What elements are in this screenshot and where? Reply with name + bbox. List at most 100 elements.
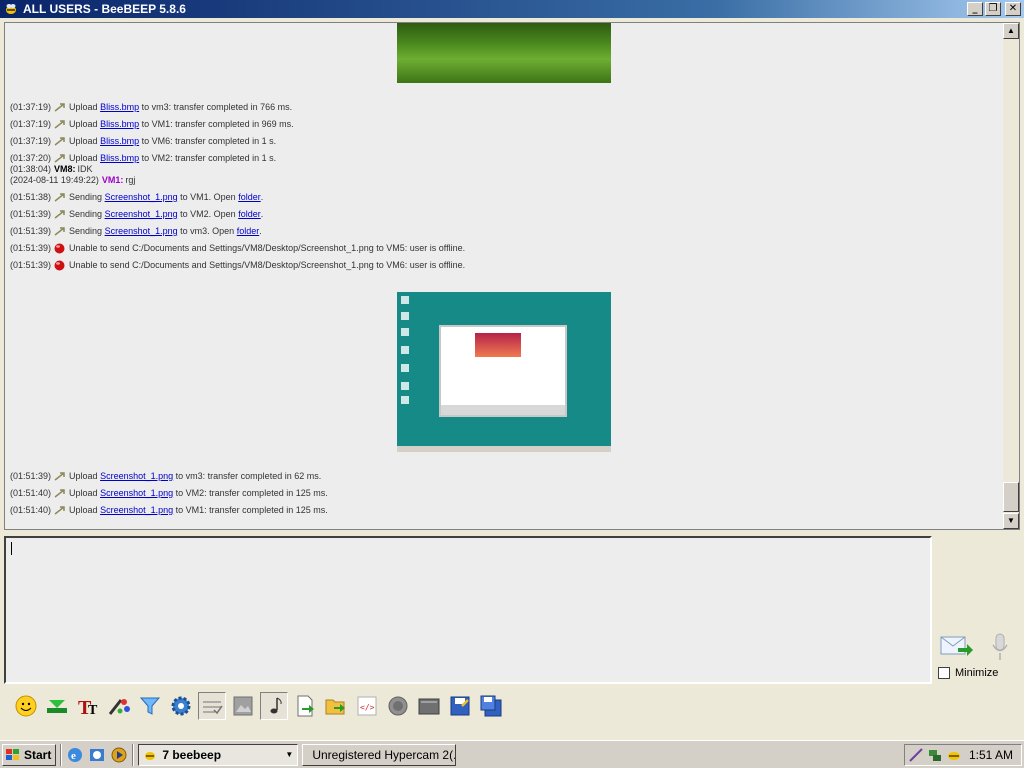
chat-line: (01:51:39) Sending Screenshot_1.png to v… — [10, 226, 262, 236]
image-button[interactable] — [229, 692, 257, 720]
upload-icon — [54, 505, 65, 515]
taskbar-button-hypercam[interactable]: Unregistered Hypercam 2(... — [302, 743, 457, 766]
screenshot-icon — [418, 698, 440, 715]
save-as-icon — [480, 695, 502, 717]
user-nick: VM8: — [54, 164, 76, 174]
taskbar-button-beebeep[interactable]: 7 beebeep ▼ — [138, 743, 299, 766]
chat-line: (01:51:40) Upload Screenshot_1.png to VM… — [10, 505, 328, 515]
upload-icon — [54, 209, 65, 219]
save-icon — [450, 696, 470, 716]
settings-button[interactable] — [167, 692, 195, 720]
clock: 1:51 AM — [968, 748, 1013, 762]
upload-icon — [54, 471, 65, 481]
os-taskbar: Start e 7 beebeep ▼ Unregistered Hyperca… — [0, 740, 1024, 768]
code-button[interactable]: </> — [353, 692, 381, 720]
send-file-button[interactable] — [291, 692, 319, 720]
chat-message: (2024-08-11 19:49:22) VM1: rgj — [10, 175, 136, 185]
error-icon — [54, 260, 65, 270]
file-link[interactable]: Screenshot_1.png — [100, 488, 173, 498]
svg-text:e: e — [71, 750, 76, 762]
scroll-down-button[interactable]: ▼ — [1003, 513, 1019, 529]
settings-icon — [171, 696, 191, 716]
media-player-icon[interactable] — [110, 746, 128, 764]
internet-explorer-icon[interactable]: e — [66, 746, 84, 764]
chat-line: (01:37:19) Upload Bliss.bmp to VM6: tran… — [10, 136, 277, 146]
screenshot-image-preview[interactable] — [397, 292, 611, 452]
color-icon — [108, 699, 130, 715]
music-button[interactable] — [260, 692, 288, 720]
minimize-checkbox[interactable] — [938, 667, 950, 679]
font-button[interactable]: TT — [74, 692, 102, 720]
upload-icon — [54, 226, 65, 236]
file-link[interactable]: Screenshot_1.png — [105, 226, 178, 236]
upload-icon — [54, 136, 65, 146]
send-folder-button[interactable] — [322, 692, 350, 720]
chat-content: (01:37:19) Upload Bliss.bmp to vm3: tran… — [5, 23, 1003, 529]
chat-line: (01:37:19) Upload Bliss.bmp to VM1: tran… — [10, 119, 294, 129]
minimize-label: Minimize — [955, 667, 999, 679]
user-nick: VM1: — [101, 175, 124, 185]
start-button[interactable]: Start — [2, 743, 57, 766]
chat-toolbar: TT </> — [0, 688, 1024, 724]
minimize-option[interactable]: Minimize — [938, 667, 998, 679]
beebeep-icon — [145, 751, 156, 760]
chat-line: (01:51:39) Upload Screenshot_1.png to vm… — [10, 471, 322, 481]
chat-line: (01:51:39) Sending Screenshot_1.png to V… — [10, 209, 264, 219]
emoticon-button[interactable] — [12, 692, 40, 720]
save-as-button[interactable] — [477, 692, 505, 720]
green-arrow-icon — [47, 700, 67, 713]
close-window-button[interactable]: ✕ — [1005, 2, 1021, 16]
record-icon — [388, 696, 408, 716]
file-link[interactable]: Screenshot_1.png — [105, 192, 178, 202]
chat-line-error: (01:51:39) Unable to send C:/Documents a… — [10, 260, 466, 270]
chat-transcript[interactable]: (01:37:19) Upload Bliss.bmp to vm3: tran… — [4, 22, 1020, 530]
image-icon — [233, 696, 253, 716]
upload-icon — [54, 192, 65, 202]
system-tray: 1:51 AM — [904, 744, 1022, 766]
windows-flag-icon — [6, 748, 19, 760]
music-note-icon — [270, 697, 282, 714]
message-input[interactable] — [4, 536, 932, 684]
upload-icon — [54, 102, 65, 112]
file-link[interactable]: Screenshot_1.png — [100, 471, 173, 481]
file-link[interactable]: Bliss.bmp — [100, 119, 139, 129]
folder-link[interactable]: folder — [238, 209, 261, 219]
filter-button[interactable] — [136, 692, 164, 720]
file-link[interactable]: Screenshot_1.png — [100, 505, 173, 515]
mini-window — [439, 325, 567, 417]
network-icon[interactable] — [927, 747, 943, 763]
chat-line: (01:37:19) Upload Bliss.bmp to vm3: tran… — [10, 102, 293, 112]
spellcheck-button[interactable] — [198, 692, 226, 720]
microphone-icon[interactable] — [988, 632, 1012, 662]
save-button[interactable] — [446, 692, 474, 720]
svg-text:</>: </> — [360, 703, 375, 712]
folder-link[interactable]: folder — [238, 192, 261, 202]
send-message-icon[interactable] — [940, 634, 974, 658]
folder-link[interactable]: folder — [237, 226, 260, 236]
outlook-express-icon[interactable] — [88, 746, 106, 764]
screenshot-button[interactable] — [415, 692, 443, 720]
record-button[interactable] — [384, 692, 412, 720]
minimize-window-button[interactable]: _ — [967, 2, 983, 16]
bliss-image-preview[interactable] — [397, 23, 611, 83]
text-caret — [11, 542, 12, 555]
share-button[interactable] — [43, 692, 71, 720]
file-link[interactable]: Bliss.bmp — [100, 136, 139, 146]
file-link[interactable]: Bliss.bmp — [100, 102, 139, 112]
scroll-up-button[interactable]: ▲ — [1003, 23, 1019, 39]
file-link[interactable]: Screenshot_1.png — [105, 209, 178, 219]
chevron-down-icon: ▼ — [285, 750, 294, 759]
file-link[interactable]: Bliss.bmp — [100, 153, 139, 163]
beebeep-app-icon — [6, 4, 16, 14]
scroll-thumb[interactable] — [1003, 482, 1019, 512]
start-label: Start — [24, 747, 52, 762]
pen-icon[interactable] — [908, 747, 924, 763]
chat-line: (01:51:38) Sending Screenshot_1.png to V… — [10, 192, 264, 202]
color-button[interactable] — [105, 692, 133, 720]
send-file-icon — [297, 695, 314, 717]
upload-icon — [54, 488, 65, 498]
chat-line: (01:51:40) Upload Screenshot_1.png to VM… — [10, 488, 328, 498]
chat-scrollbar[interactable]: ▲ ▼ — [1003, 23, 1019, 529]
restore-window-button[interactable]: ❐ — [985, 2, 1001, 16]
beebeep-tray-icon[interactable] — [946, 747, 962, 763]
